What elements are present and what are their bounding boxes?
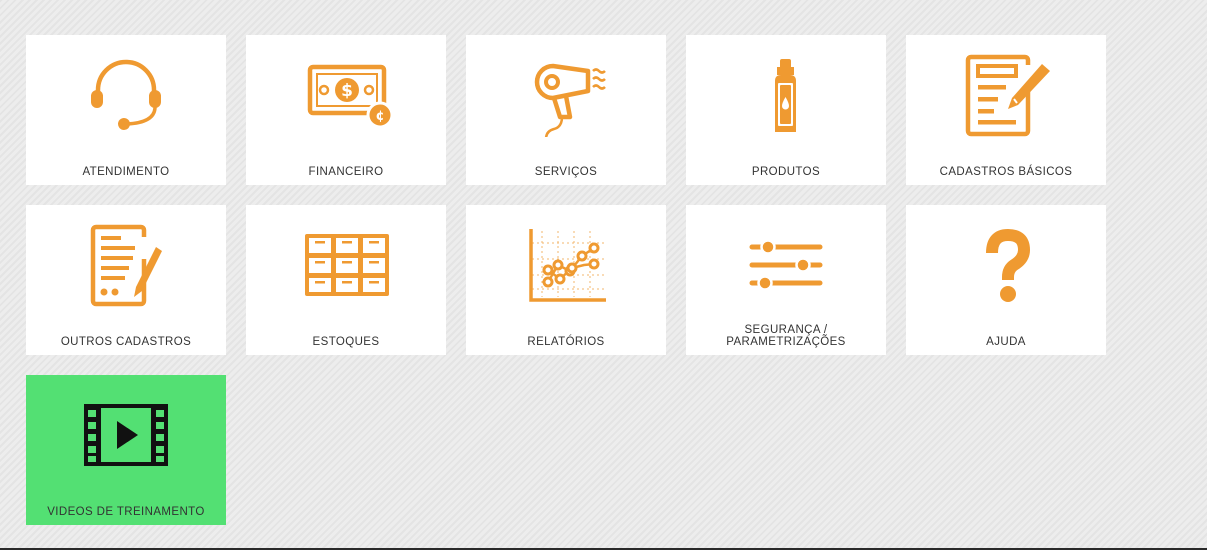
tile-financeiro[interactable]: $ ¢ FINANCEIRO	[246, 35, 446, 185]
hair-dryer-icon	[518, 53, 614, 137]
tile-estoques[interactable]: ESTOQUES	[246, 205, 446, 355]
money-icon: $ ¢	[298, 53, 394, 137]
tile-label: PRODUTOS	[751, 166, 821, 178]
document-pencil-icon	[78, 223, 174, 307]
tile-produtos[interactable]: PRODUTOS	[686, 35, 886, 185]
tile-label: SERVIÇOS	[534, 166, 598, 178]
tile-label: FINANCEIRO	[308, 166, 384, 178]
film-play-icon	[78, 393, 174, 477]
tile-videos-de-treinamento[interactable]: VIDEOS DE TREINAMENTO	[26, 375, 226, 525]
tile-label: VIDEOS DE TREINAMENTO	[47, 506, 205, 518]
drawers-icon	[298, 223, 394, 307]
tile-ajuda[interactable]: AJUDA	[906, 205, 1106, 355]
tile-label: ESTOQUES	[312, 336, 380, 348]
tile-label: OUTROS CADASTROS	[60, 336, 192, 348]
form-pencil-icon	[958, 53, 1054, 137]
tile-label: RELATÓRIOS	[527, 336, 605, 348]
tile-servicos[interactable]: SERVIÇOS	[466, 35, 666, 185]
tile-cadastros-basicos[interactable]: CADASTROS BÁSICOS	[906, 35, 1106, 185]
line-chart-icon	[518, 223, 614, 307]
tile-atendimento[interactable]: ATENDIMENTO	[26, 35, 226, 185]
svg-text:¢: ¢	[375, 109, 384, 124]
svg-text:$: $	[341, 81, 353, 101]
sliders-icon	[738, 223, 834, 307]
module-menu-grid: ATENDIMENTO $ ¢ FINANCEIRO SERVIÇOS PROD…	[26, 35, 1106, 525]
tile-label: AJUDA	[986, 336, 1026, 348]
tile-relatorios[interactable]: RELATÓRIOS	[466, 205, 666, 355]
tile-label: SEGURANÇA / PARAMETRIZAÇÕES	[726, 324, 846, 348]
tile-label: ATENDIMENTO	[82, 166, 170, 178]
tile-outros-cadastros[interactable]: OUTROS CADASTROS	[26, 205, 226, 355]
tile-label: CADASTROS BÁSICOS	[939, 166, 1073, 178]
tile-seguranca-parametrizacoes[interactable]: SEGURANÇA / PARAMETRIZAÇÕES	[686, 205, 886, 355]
spray-bottle-icon	[738, 53, 834, 137]
question-icon	[958, 223, 1054, 307]
headset-icon	[78, 53, 174, 137]
